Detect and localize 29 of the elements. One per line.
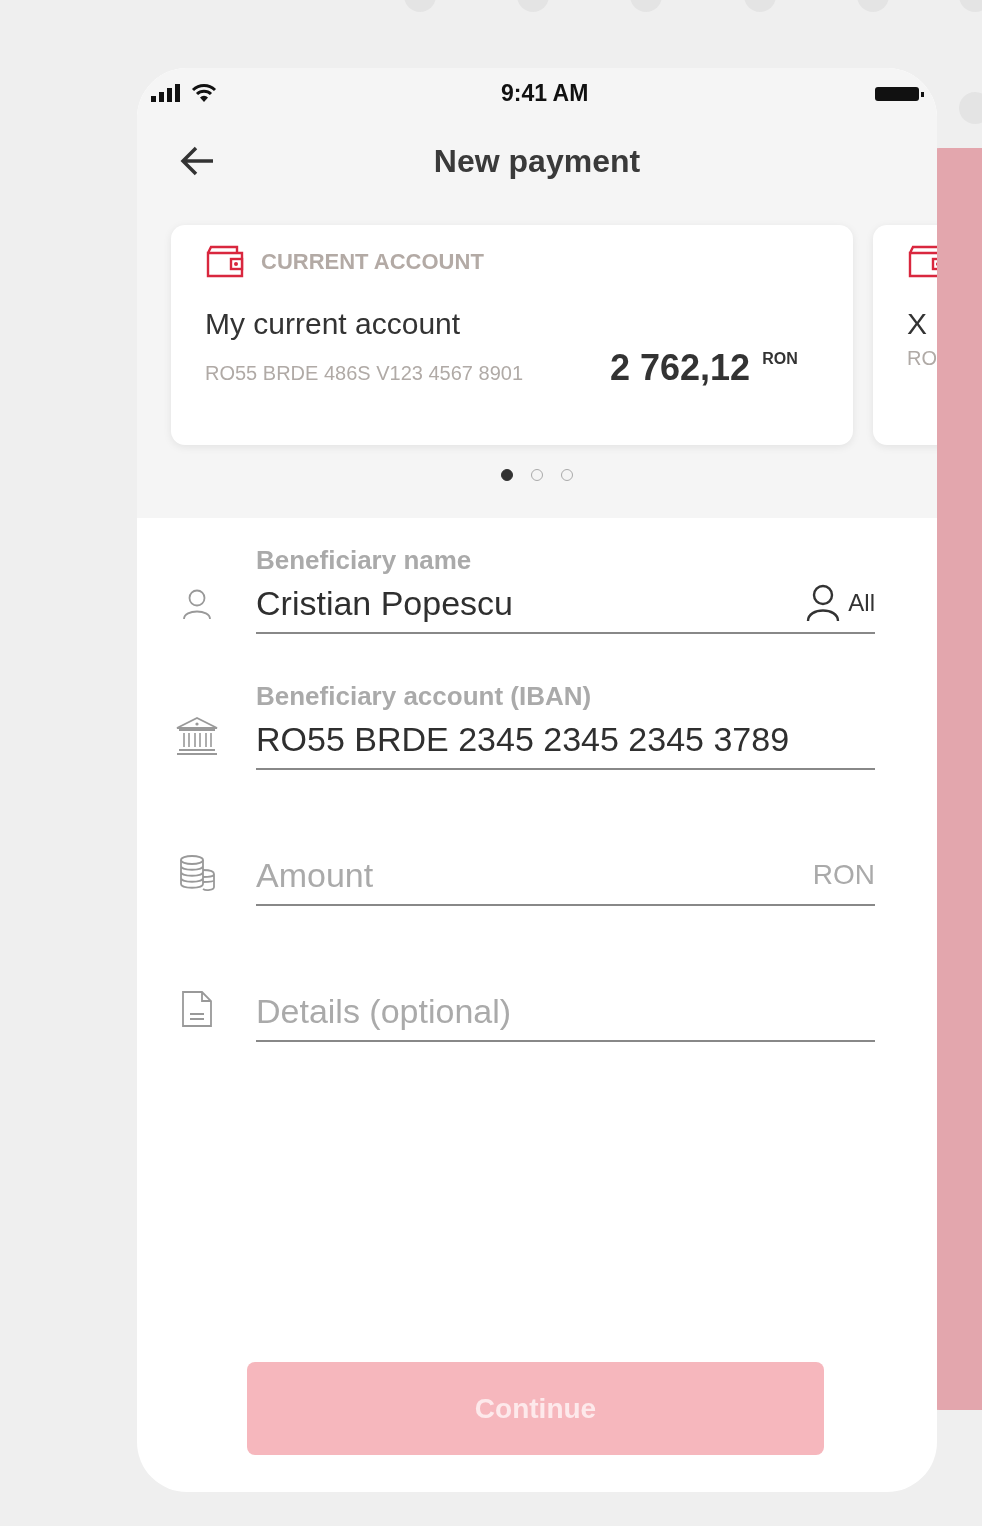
field-label: Beneficiary account (IBAN): [256, 681, 593, 712]
person-icon: [181, 588, 212, 620]
account-card[interactable]: CURRENT ACCOUNT My current account RO55 BRDE 486S V123 4567 8901 2 762,12 RON: [171, 225, 853, 445]
account-name: X: [907, 307, 928, 341]
status-time: 9:41 AM: [501, 79, 590, 107]
account-card[interactable]: X RO: [873, 225, 937, 445]
page-dot[interactable]: [501, 469, 513, 481]
wallet-icon: [907, 245, 937, 279]
input-field[interactable]: Cristian Popescu All: [256, 580, 875, 634]
person-icon: [806, 584, 841, 622]
battery-icon: [875, 85, 925, 101]
bank-icon: [174, 716, 219, 756]
back-arrow-icon: [179, 145, 215, 177]
account-name: My current account: [205, 307, 462, 341]
signal-icon: [151, 84, 183, 102]
wallet-icon: [205, 245, 245, 279]
currency-suffix: RON: [812, 859, 875, 891]
field-label: Beneficiary name: [256, 545, 473, 576]
input-field[interactable]: RO55 BRDE 2345 2345 2345 3789: [256, 716, 875, 770]
wifi-icon: [191, 83, 217, 103]
balance-currency: RON: [762, 350, 798, 368]
account-iban: RO55 BRDE 486S V123 4567 8901: [205, 362, 524, 385]
document-icon: [180, 990, 213, 1028]
screen-title: New payment: [433, 142, 641, 180]
account-iban: RO: [907, 347, 937, 370]
coins-icon: [177, 854, 216, 892]
account-balance: 2 762,12: [610, 347, 751, 389]
contacts-button[interactable]: All: [806, 584, 875, 622]
account-type: CURRENT ACCOUNT: [261, 249, 484, 275]
